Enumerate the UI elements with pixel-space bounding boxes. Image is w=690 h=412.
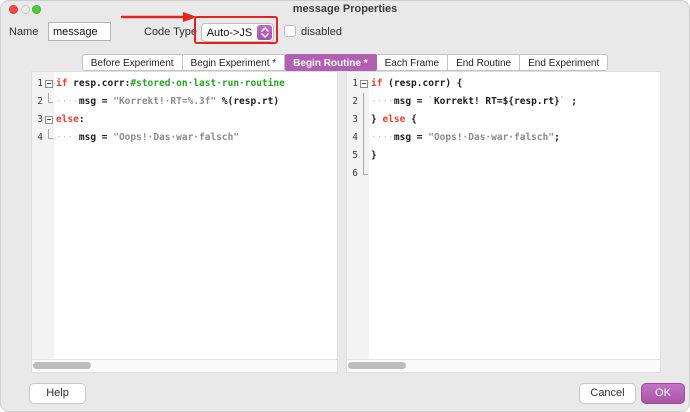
code-line: 2 ····msg = `Korrekt! RT=${resp.rt}` ; [347,93,660,111]
code-token: #stored·on·last·run·routine [130,78,284,89]
code-text: } [369,147,377,165]
code-line: 4 ····msg = "Oops!·Das·war·falsch" [32,129,337,147]
code-token: else [382,114,405,125]
ok-button[interactable]: OK [641,383,685,404]
code-token: msg = [394,132,428,143]
code-token: if [56,78,67,89]
code-token: if [371,78,382,89]
line-number: 1 [32,75,43,93]
code-text: if resp.corr:#stored·on·last·run·routine [54,75,285,93]
name-label: Name [9,26,38,38]
fold-toggle-icon[interactable] [358,75,369,93]
code-line: 2 ····msg = "Korrekt!·RT=%.3f" %(resp.rt) [32,93,337,111]
code-lines-js: 1 if (resp.corr) { 2 ····msg = `Korrekt! RT… [347,75,660,360]
code-token: : [79,114,85,125]
code-token: "Oops!·Das·war·falsch" [428,132,554,143]
line-number: 2 [32,93,43,111]
close-button[interactable] [9,5,18,14]
line-number: 2 [347,93,358,111]
horizontal-scrollbar[interactable] [32,359,337,372]
code-line: 3} else { [347,111,660,129]
code-token: "Oops!·Das·war·falsch" [113,132,239,143]
code-token: Korrekt! RT=${resp.rt} [434,96,560,107]
help-button[interactable]: Help [29,383,86,404]
code-token: ···· [56,132,79,143]
title-bar[interactable]: message Properties [1,1,689,18]
horizontal-scrollbar[interactable] [347,359,660,372]
code-line: 1 if (resp.corr) { [347,75,660,93]
tab-each-frame[interactable]: Each Frame [377,54,448,71]
code-line: 3 else: [32,111,337,129]
code-token: ···· [371,132,394,143]
code-text: } else { [369,111,417,129]
line-number: 3 [347,111,358,129]
code-token: msg = [394,96,428,107]
code-token: ; [566,96,577,107]
code-token: ; [554,132,560,143]
disabled-checkbox[interactable] [284,25,296,37]
code-text: ····msg = "Korrekt!·RT=%.3f" %(resp.rt) [54,93,279,111]
code-type-value: Auto->JS [202,27,257,39]
code-token: (resp.corr) { [382,78,462,89]
fold-guide [358,165,369,183]
fold-guide [43,93,54,111]
code-token: { [405,114,416,125]
tab-before-experiment[interactable]: Before Experiment [82,54,183,71]
cancel-button[interactable]: Cancel [579,383,636,404]
code-token: %(resp.rt) [216,96,279,107]
code-token: ···· [371,96,394,107]
zoom-button[interactable] [32,5,41,14]
code-token: } [371,150,377,161]
code-line: 5} [347,147,660,165]
fold-guide [358,129,369,147]
line-number: 3 [32,111,43,129]
code-token: resp.corr: [67,78,130,89]
fold-toggle-icon[interactable] [43,111,54,129]
code-token: "Korrekt!·RT=%.3f" [113,96,216,107]
scrollbar-thumb[interactable] [33,362,91,369]
code-token: else [56,114,79,125]
tab-end-experiment[interactable]: End Experiment [520,54,608,71]
code-text: if (resp.corr) { [369,75,463,93]
code-text [369,165,371,183]
scrollbar-thumb[interactable] [348,362,406,369]
code-line: 6 [347,165,660,183]
fold-guide [358,93,369,111]
minimize-button [21,5,30,14]
code-text: ····msg = "Oops!·Das·war·falsch" [54,129,239,147]
code-line: 1 if resp.corr:#stored·on·last·run·routin… [32,75,337,93]
traffic-lights [9,5,41,14]
line-number: 6 [347,165,358,183]
code-type-select[interactable]: Auto->JS [201,23,274,42]
tab-begin-routine[interactable]: Begin Routine * [285,54,376,71]
code-section-tabs: Before ExperimentBegin Experiment *Begin… [1,54,689,71]
code-token: msg = [79,96,113,107]
fold-guide [358,147,369,165]
dialog-window: message Properties Name Code Type Auto->… [0,0,690,412]
fold-toggle-icon[interactable] [43,75,54,93]
code-type-label: Code Type [144,26,197,38]
tab-begin-experiment[interactable]: Begin Experiment * [183,54,286,71]
code-lines-python: 1 if resp.corr:#stored·on·last·run·routin… [32,75,337,360]
code-line: 4 ····msg = "Oops!·Das·war·falsch"; [347,129,660,147]
line-number: 1 [347,75,358,93]
code-text: ····msg = `Korrekt! RT=${resp.rt}` ; [369,93,577,111]
code-token: ···· [56,96,79,107]
line-number: 5 [347,147,358,165]
fold-guide [43,129,54,147]
tab-end-routine[interactable]: End Routine [448,54,520,71]
code-token: msg = [79,132,113,143]
code-text: else: [54,111,85,129]
disabled-label: disabled [301,26,342,38]
line-number: 4 [347,129,358,147]
window-title: message Properties [1,1,689,18]
code-editor-python[interactable]: 1 if resp.corr:#stored·on·last·run·routin… [31,71,338,373]
name-input[interactable] [48,22,111,41]
code-token: } [371,114,382,125]
stepper-arrows-icon[interactable] [257,25,272,40]
code-editor-js[interactable]: 1 if (resp.corr) { 2 ····msg = `Korrekt! RT… [346,71,661,373]
line-number: 4 [32,129,43,147]
fold-guide [358,111,369,129]
code-text: ····msg = "Oops!·Das·war·falsch"; [369,129,560,147]
